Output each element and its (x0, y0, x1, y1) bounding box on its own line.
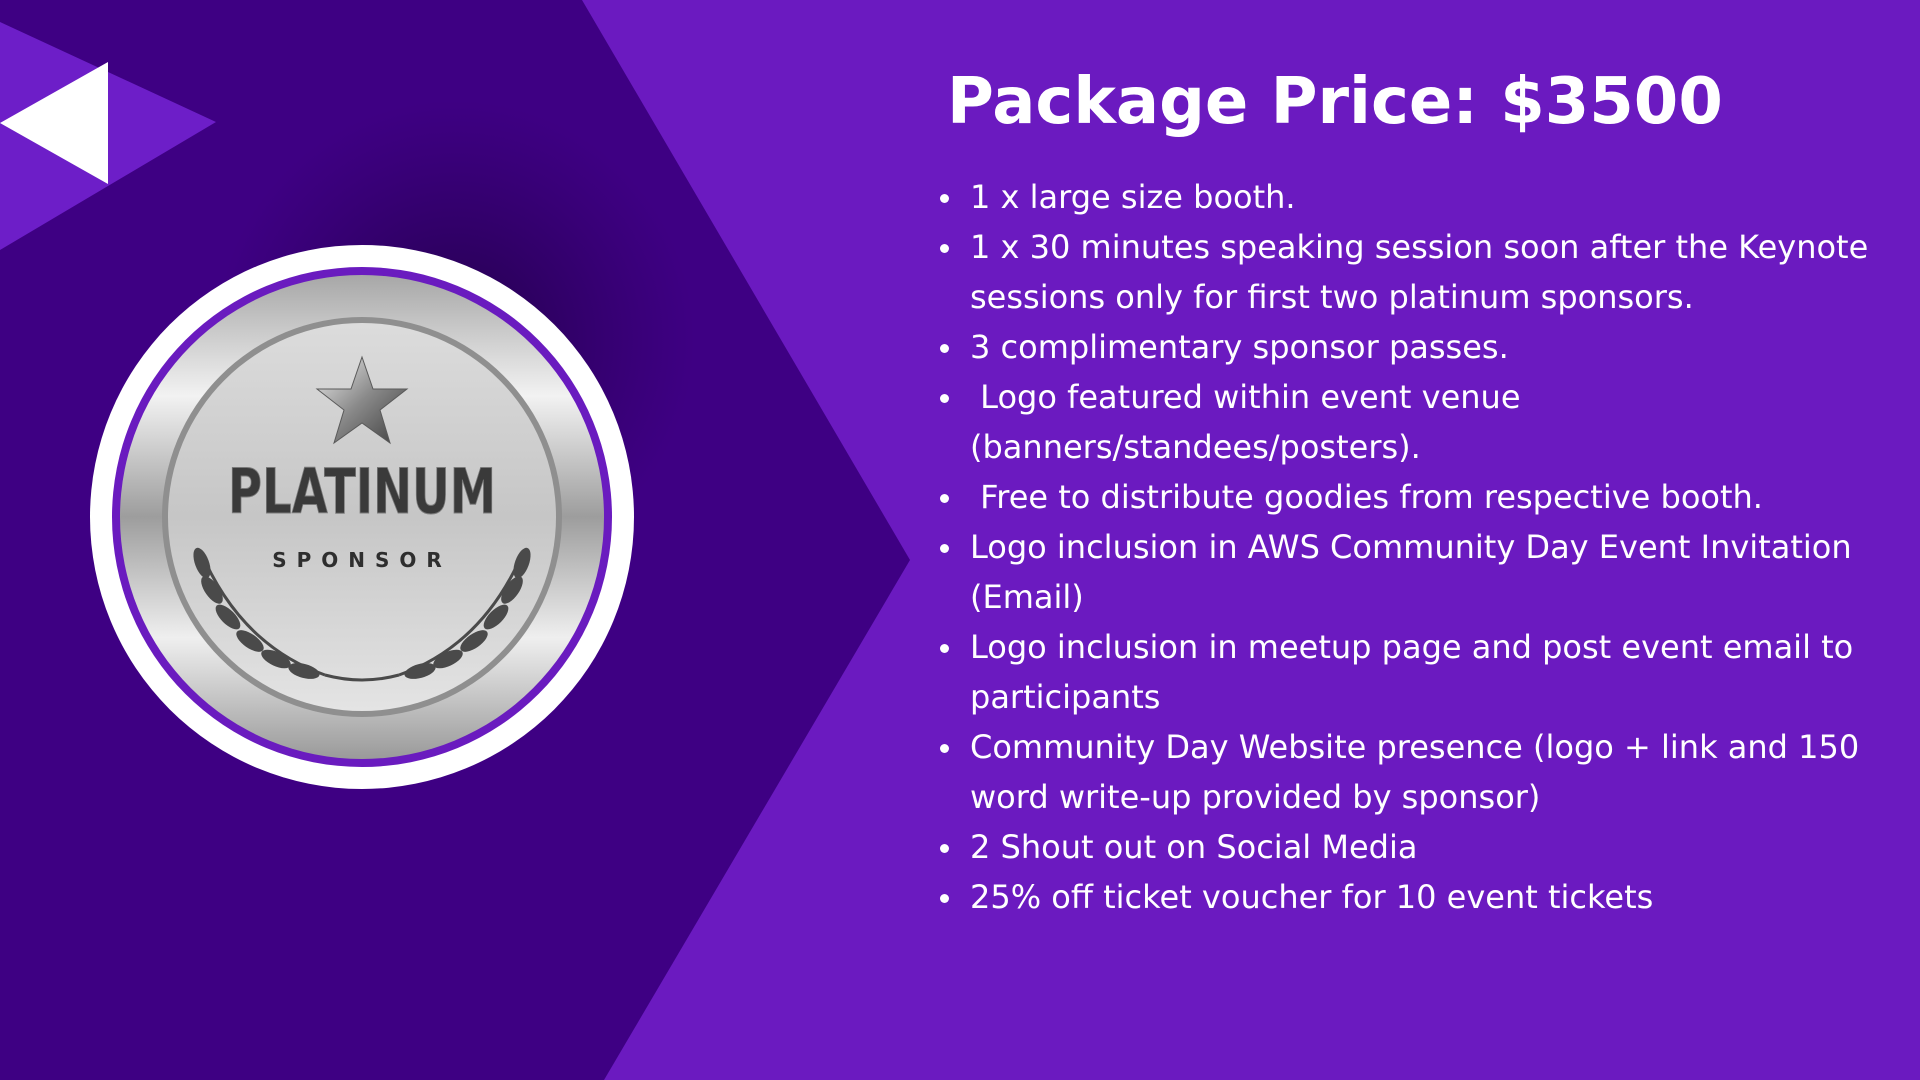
benefit-item: Free to distribute goodies from respecti… (930, 472, 1890, 522)
benefit-item: 1 x large size booth. (930, 172, 1890, 222)
package-price-title: Package Price: $3500 (947, 65, 1723, 139)
package-details: Package Price: $3500 1 x large size boot… (930, 60, 1890, 922)
benefit-item: Logo featured within event venue (banner… (930, 372, 1890, 472)
benefits-list: 1 x large size booth. 1 x 30 minutes spe… (930, 172, 1890, 922)
badge-title: PLATINUM (228, 455, 496, 528)
benefit-item: Logo inclusion in AWS Community Day Even… (930, 522, 1890, 622)
badge-subtitle: SPONSOR (272, 548, 452, 572)
benefit-item: 1 x 30 minutes speaking session soon aft… (930, 222, 1890, 322)
benefit-item: 2 Shout out on Social Media (930, 822, 1890, 872)
benefit-item: 3 complimentary sponsor passes. (930, 322, 1890, 372)
benefit-item: Logo inclusion in meetup page and post e… (930, 622, 1890, 722)
platinum-sponsor-badge: PLATINUM SPONSOR (90, 245, 634, 789)
benefit-item: 25% off ticket voucher for 10 event tick… (930, 872, 1890, 922)
benefit-item: Community Day Website presence (logo + l… (930, 722, 1890, 822)
